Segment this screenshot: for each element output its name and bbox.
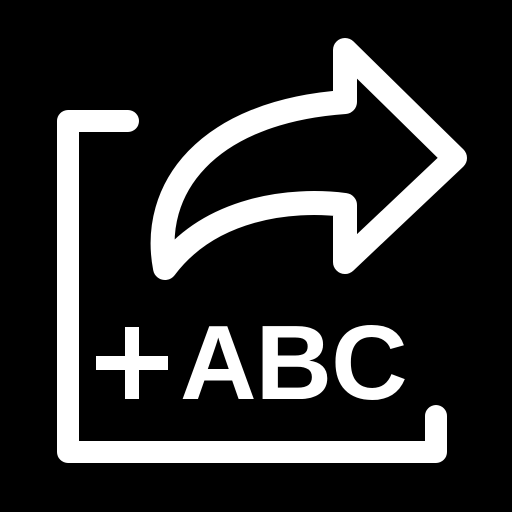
icon-graphics [57,38,467,463]
add-text-share-icon: ABC [0,0,512,512]
plus-icon [96,327,168,399]
share-arrow-icon [150,38,467,280]
abc-text: ABC [180,304,408,422]
add-text-label: ABC [96,304,408,422]
